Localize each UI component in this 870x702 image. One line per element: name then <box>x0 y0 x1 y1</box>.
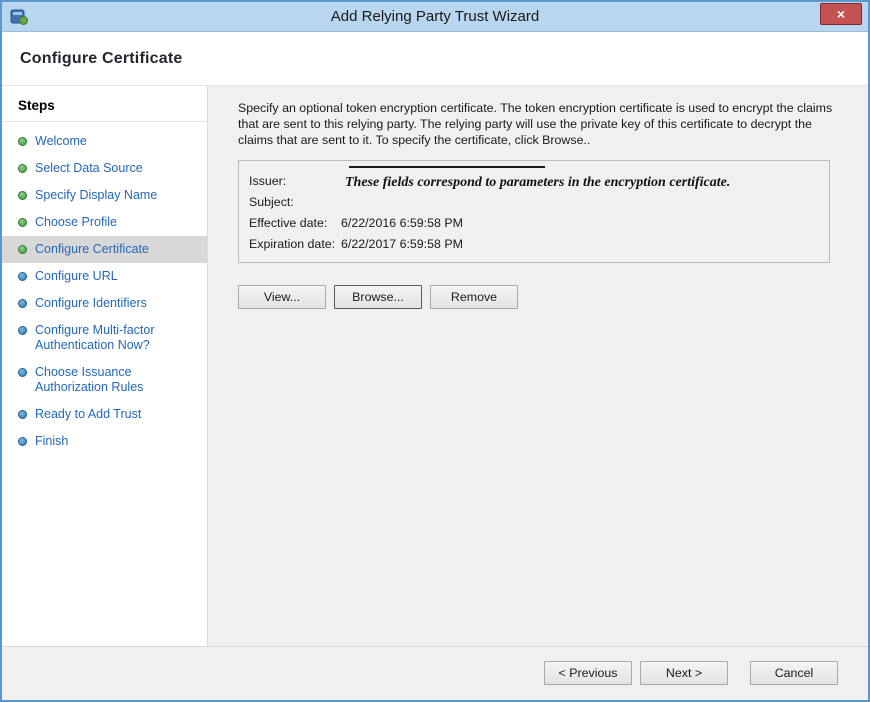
cancel-button[interactable]: Cancel <box>750 661 838 685</box>
sidebar-step[interactable]: Configure Certificate <box>2 236 207 263</box>
steps-heading: Steps <box>2 94 207 122</box>
view-button[interactable]: View... <box>238 285 326 309</box>
step-status-icon <box>18 272 27 281</box>
close-button[interactable]: × <box>820 3 862 25</box>
step-label: Specify Display Name <box>35 188 157 203</box>
issuer-label: Issuer: <box>249 174 341 188</box>
wizard-window: Add Relying Party Trust Wizard × Configu… <box>0 0 870 702</box>
sidebar-step[interactable]: Configure Multi-factor Authentication No… <box>2 317 207 359</box>
annotation-note: These fields correspond to parameters in… <box>345 175 815 191</box>
previous-button[interactable]: < Previous <box>544 661 632 685</box>
sidebar-step[interactable]: Ready to Add Trust <box>2 401 207 428</box>
step-status-icon <box>18 137 27 146</box>
wizard-icon <box>10 8 28 26</box>
subject-row: Subject: <box>249 191 819 212</box>
redaction-line <box>349 166 545 168</box>
step-label: Configure Multi-factor Authentication No… <box>35 323 199 353</box>
step-label: Configure Certificate <box>35 242 149 257</box>
wizard-footer: < Previous Next > Cancel <box>2 646 868 698</box>
sidebar-step[interactable]: Specify Display Name <box>2 182 207 209</box>
certificate-box: These fields correspond to parameters in… <box>238 160 830 263</box>
subject-label: Subject: <box>249 195 341 209</box>
step-status-icon <box>18 437 27 446</box>
expiration-date-value: 6/22/2017 6:59:58 PM <box>341 237 463 251</box>
expiration-date-row: Expiration date: 6/22/2017 6:59:58 PM <box>249 233 819 254</box>
certificate-actions: View... Browse... Remove <box>238 285 838 309</box>
sidebar-step[interactable]: Choose Issuance Authorization Rules <box>2 359 207 401</box>
sidebar-step[interactable]: Configure Identifiers <box>2 290 207 317</box>
step-status-icon <box>18 245 27 254</box>
step-label: Choose Issuance Authorization Rules <box>35 365 199 395</box>
step-status-icon <box>18 191 27 200</box>
step-status-icon <box>18 218 27 227</box>
page-header: Configure Certificate <box>2 32 868 86</box>
step-label: Choose Profile <box>35 215 117 230</box>
step-status-icon <box>18 299 27 308</box>
effective-date-label: Effective date: <box>249 216 341 230</box>
page-title: Configure Certificate <box>20 50 182 68</box>
step-label: Finish <box>35 434 68 449</box>
sidebar-step[interactable]: Configure URL <box>2 263 207 290</box>
window-title: Add Relying Party Trust Wizard <box>2 8 868 25</box>
step-status-icon <box>18 326 27 335</box>
main-content: Specify an optional token encryption cer… <box>208 86 868 646</box>
browse-button[interactable]: Browse... <box>334 285 422 309</box>
effective-date-value: 6/22/2016 6:59:58 PM <box>341 216 463 230</box>
step-label: Configure URL <box>35 269 118 284</box>
next-button[interactable]: Next > <box>640 661 728 685</box>
title-bar: Add Relying Party Trust Wizard × <box>2 2 868 32</box>
step-status-icon <box>18 368 27 377</box>
step-status-icon <box>18 164 27 173</box>
step-label: Ready to Add Trust <box>35 407 141 422</box>
steps-sidebar: Steps Welcome Select Data Source Specify D… <box>2 86 208 646</box>
steps-list: Welcome Select Data Source Specify Display… <box>2 128 207 455</box>
sidebar-step[interactable]: Choose Profile <box>2 209 207 236</box>
step-label: Welcome <box>35 134 87 149</box>
step-status-icon <box>18 410 27 419</box>
sidebar-step[interactable]: Welcome <box>2 128 207 155</box>
effective-date-row: Effective date: 6/22/2016 6:59:58 PM <box>249 212 819 233</box>
expiration-date-label: Expiration date: <box>249 237 341 251</box>
sidebar-step[interactable]: Select Data Source <box>2 155 207 182</box>
step-description: Specify an optional token encryption cer… <box>238 100 838 148</box>
remove-button[interactable]: Remove <box>430 285 518 309</box>
step-label: Select Data Source <box>35 161 143 176</box>
sidebar-step[interactable]: Finish <box>2 428 207 455</box>
step-label: Configure Identifiers <box>35 296 147 311</box>
